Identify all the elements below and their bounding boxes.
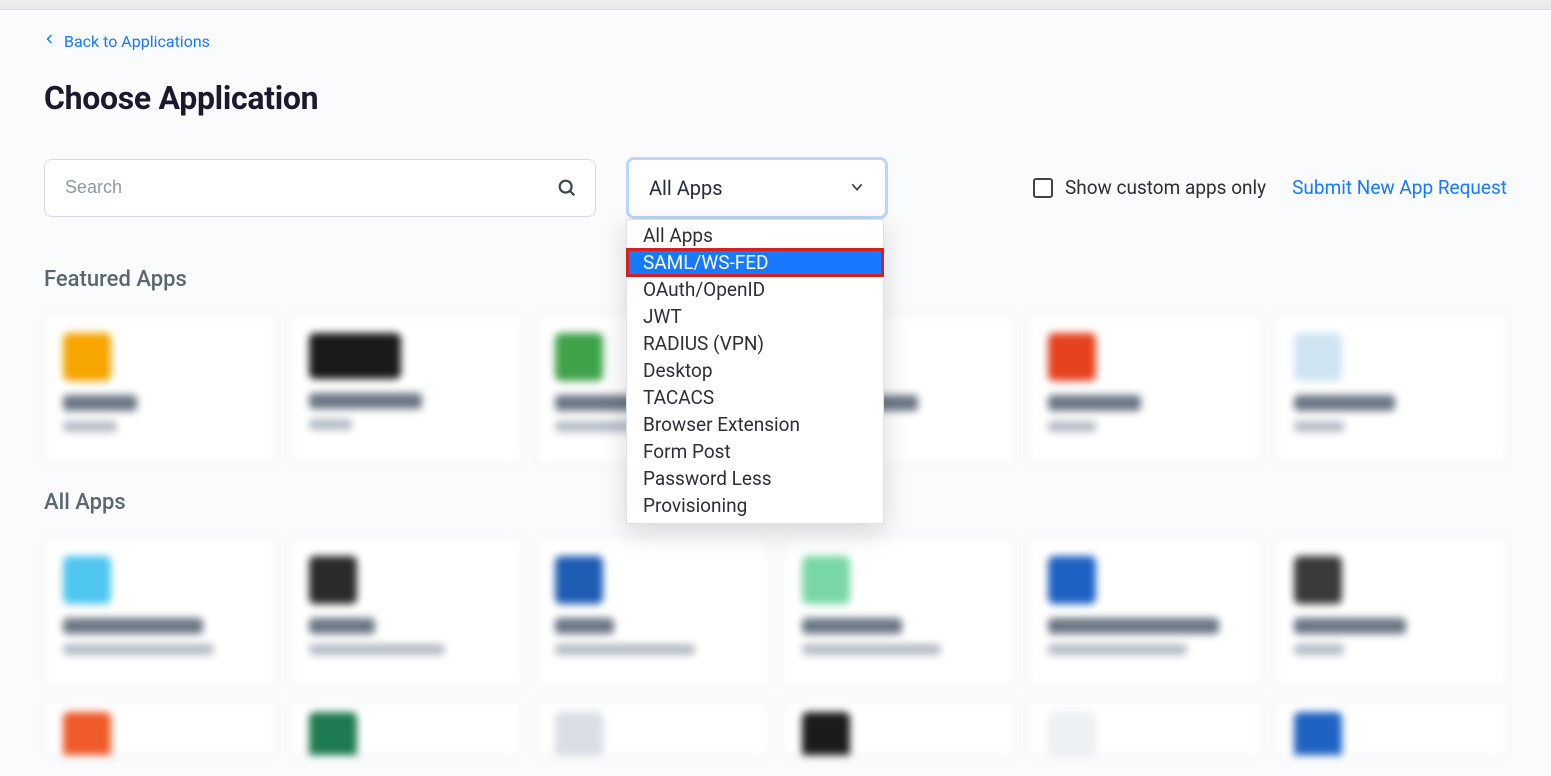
all-apps-grid-2 [44,701,1507,756]
app-title-placeholder [1294,618,1407,634]
app-title-placeholder [1048,395,1141,411]
app-subtitle-placeholder [555,644,695,655]
app-subtitle-placeholder [802,644,942,655]
show-custom-only-checkbox[interactable]: Show custom apps only [1033,176,1266,199]
app-card[interactable] [1275,314,1507,464]
app-title-placeholder [555,618,613,634]
app-subtitle-placeholder [1048,421,1097,432]
app-title-placeholder [1048,618,1219,634]
app-card[interactable] [1275,537,1507,687]
app-title-placeholder [309,618,375,634]
app-card[interactable] [290,701,522,756]
app-icon [1294,712,1342,756]
app-card[interactable] [783,537,1015,687]
app-title-placeholder [63,618,203,634]
app-subtitle-placeholder [63,421,117,432]
app-card[interactable] [783,701,1015,756]
filter-option[interactable]: Browser Extension [627,411,883,438]
app-subtitle-placeholder [309,419,352,430]
right-controls: Show custom apps only Submit New App Req… [1033,176,1507,199]
app-card[interactable] [536,701,768,756]
app-title-placeholder [1294,395,1395,411]
filter-option[interactable]: Provisioning [627,492,883,519]
back-link-label: Back to Applications [64,32,210,51]
filter-option[interactable]: OAuth/OpenID [627,276,883,303]
filter-select: All Apps All AppsSAML/WS-FEDOAuth/OpenID… [626,157,888,219]
filter-select-box[interactable]: All Apps [626,157,888,219]
app-icon [1048,556,1096,604]
filter-option[interactable]: Password Less [627,465,883,492]
app-card[interactable] [1029,701,1261,756]
filter-option[interactable]: Desktop [627,357,883,384]
app-icon [555,712,603,756]
app-card[interactable] [536,537,768,687]
app-icon [1294,333,1342,381]
app-icon [1048,333,1096,381]
app-subtitle-placeholder [63,644,214,655]
app-card[interactable] [1029,314,1261,464]
filter-option[interactable]: TACACS [627,384,883,411]
show-custom-only-label: Show custom apps only [1065,176,1266,199]
app-card[interactable] [290,537,522,687]
app-icon [802,712,850,756]
app-subtitle-placeholder [1048,644,1188,655]
filter-dropdown: All AppsSAML/WS-FEDOAuth/OpenIDJWTRADIUS… [626,219,884,524]
chevron-down-icon [849,176,865,200]
app-icon [309,333,401,379]
app-icon [63,556,111,604]
app-icon [309,712,357,756]
app-card[interactable] [44,701,276,756]
app-subtitle-placeholder [1294,421,1344,432]
app-icon [555,556,603,604]
app-subtitle-placeholder [309,644,445,655]
filter-option[interactable]: SAML/WS-FED [627,249,883,276]
back-to-applications-link[interactable]: Back to Applications [44,32,210,51]
search-wrap [44,159,596,217]
filter-option[interactable]: All Apps [627,222,883,249]
app-icon [63,333,111,381]
app-card[interactable] [44,314,276,464]
checkbox-box-icon [1033,178,1053,198]
controls-row: All Apps All AppsSAML/WS-FEDOAuth/OpenID… [44,157,1507,219]
filter-selected-label: All Apps [649,176,723,200]
app-icon [1048,712,1096,756]
app-card[interactable] [1275,701,1507,756]
app-card[interactable] [1029,537,1261,687]
window-topbar [0,0,1551,10]
search-icon [556,177,578,199]
app-title-placeholder [63,395,137,411]
all-apps-grid-1 [44,537,1507,687]
app-title-placeholder [309,393,422,409]
page: Back to Applications Choose Application … [0,10,1551,776]
app-title-placeholder [802,618,903,634]
app-icon [63,712,111,756]
app-icon [309,556,357,604]
app-subtitle-placeholder [1294,644,1344,655]
search-input[interactable] [44,159,596,217]
chevron-left-icon [44,33,56,49]
submit-new-app-request-link[interactable]: Submit New App Request [1292,176,1507,199]
app-card[interactable] [290,314,522,464]
page-title: Choose Application [44,79,1507,117]
filter-option[interactable]: Form Post [627,438,883,465]
app-icon [802,556,850,604]
filter-option[interactable]: RADIUS (VPN) [627,330,883,357]
app-card[interactable] [44,537,276,687]
app-icon [1294,556,1342,604]
app-icon [555,333,603,381]
filter-option[interactable]: JWT [627,303,883,330]
